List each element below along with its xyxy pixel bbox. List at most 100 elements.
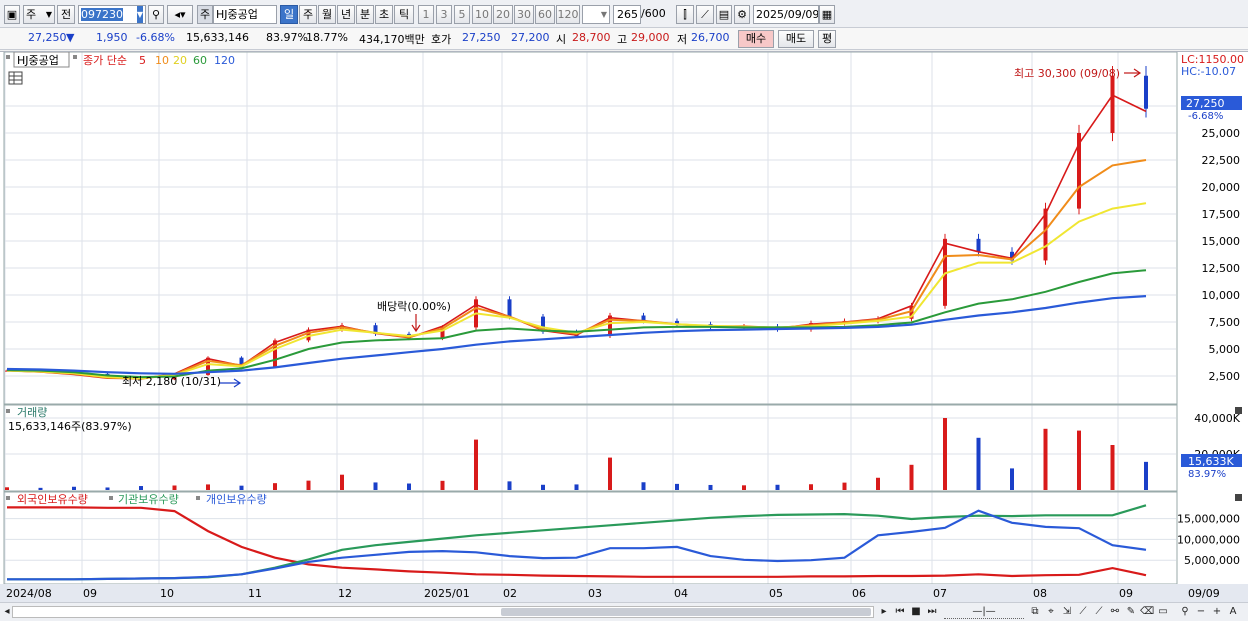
- interval-1[interactable]: 1: [418, 5, 434, 24]
- x-axis-tick: 03: [588, 587, 602, 600]
- period-tab-day[interactable]: 일: [280, 5, 298, 24]
- x-axis-tick: 04: [674, 587, 688, 600]
- crosshair-icon[interactable]: ⌖: [1044, 605, 1058, 619]
- interval-20[interactable]: 20: [493, 5, 513, 24]
- bid-price: 27,200: [511, 31, 550, 44]
- interval-5[interactable]: 5: [454, 5, 470, 24]
- stock-name-field[interactable]: HJ중공업: [213, 5, 277, 24]
- jump-start-icon[interactable]: ⏮: [893, 605, 907, 619]
- speaker-icon[interactable]: ◂▾: [167, 5, 193, 24]
- holdings-axis-tick: 15,000,000: [1177, 513, 1240, 526]
- legend-marker: [196, 496, 200, 500]
- jump-end-icon[interactable]: ⏭: [925, 605, 939, 619]
- turnover-ratio: 18.77%: [306, 31, 348, 44]
- price-axis-tick: 12,500: [1202, 262, 1241, 275]
- volume-bar: [72, 486, 76, 490]
- trend-tool-icon[interactable]: ⟋: [1076, 605, 1090, 619]
- buy-button[interactable]: 매수: [738, 30, 774, 48]
- volume-bar: [675, 483, 679, 490]
- calendar-icon[interactable]: ▦: [819, 5, 835, 24]
- interval-30[interactable]: 30: [514, 5, 534, 24]
- price-axis-tick: 5,000: [1209, 343, 1241, 356]
- font-size-icon[interactable]: A: [1226, 605, 1240, 619]
- zoom-out-icon[interactable]: −: [1194, 605, 1208, 619]
- volume-bar: [273, 483, 277, 490]
- volume-bar: [1144, 461, 1148, 490]
- sell-button[interactable]: 매도: [778, 30, 814, 48]
- legend-marker: [6, 409, 10, 413]
- erase-tool-icon[interactable]: ⌫: [1140, 605, 1154, 619]
- chevron-down-icon: ▼: [600, 10, 607, 19]
- dividend-annotation: 배당락(0.00%): [377, 300, 451, 313]
- volume-bar: [139, 486, 143, 490]
- draw-tool-icon[interactable]: ⟋: [696, 5, 714, 24]
- stop-icon[interactable]: ■: [909, 605, 923, 619]
- measure-icon[interactable]: ⇲: [1060, 605, 1074, 619]
- volume-bar: [976, 437, 981, 490]
- price-axis-tick: 25,000: [1202, 127, 1241, 140]
- date-input[interactable]: 2025/09/09: [753, 5, 819, 24]
- period-tab-week[interactable]: 주: [299, 5, 317, 24]
- stock-chart[interactable]: 2,500 5,000 7,500 10,000 12,500 15,000 17,500 2…: [0, 51, 1248, 603]
- window-menu-icon[interactable]: ▣: [4, 5, 20, 24]
- table-view-icon[interactable]: [8, 71, 23, 85]
- stock-code-input[interactable]: 097230 ▼: [78, 5, 146, 24]
- hc-label: HC:-10.07: [1181, 65, 1236, 78]
- data-count-input[interactable]: 265: [613, 5, 641, 24]
- fib-tool-icon[interactable]: ⚯: [1108, 605, 1122, 619]
- zoom-in-icon[interactable]: +: [1210, 605, 1224, 619]
- volume-bar: [407, 483, 411, 490]
- interval-custom-select[interactable]: ▼: [582, 5, 610, 24]
- volume-bar: [775, 484, 780, 490]
- evaluate-button[interactable]: 평: [818, 30, 836, 48]
- text-tool-icon[interactable]: ✎: [1124, 605, 1138, 619]
- period-tab-month[interactable]: 월: [318, 5, 336, 24]
- price-change: 1,950: [96, 31, 128, 44]
- close-icon[interactable]: [1235, 494, 1242, 501]
- holdings-legend-institution: 기관보유수량: [118, 493, 179, 506]
- price-tag-value: 27,250: [1186, 97, 1225, 110]
- interval-3[interactable]: 3: [436, 5, 452, 24]
- interval-10[interactable]: 10: [472, 5, 492, 24]
- compare-icon[interactable]: ⟋: [1092, 605, 1106, 619]
- prev-button[interactable]: 전: [57, 5, 75, 24]
- scroll-right-icon[interactable]: ▸: [877, 605, 891, 619]
- zoom-icon[interactable]: ⚲: [1178, 605, 1192, 619]
- x-axis-tick: 05: [769, 587, 783, 600]
- zoom-slider[interactable]: —|—: [944, 605, 1024, 619]
- save-icon[interactable]: ▤: [716, 5, 732, 24]
- legend-stock-name: HJ중공업: [17, 54, 59, 67]
- candle-style-icon[interactable]: ⫿: [676, 5, 694, 24]
- legend-marker: [6, 55, 10, 59]
- candle-body: [507, 299, 512, 317]
- period-tab-year[interactable]: 년: [337, 5, 355, 24]
- gear-icon[interactable]: ⚙: [734, 5, 750, 24]
- volume-axis: 20,000K40,000K: [1194, 412, 1240, 461]
- market-type-select[interactable]: 주 ▼: [23, 5, 55, 24]
- period-tab-minute[interactable]: 분: [356, 5, 374, 24]
- volume-bar: [608, 457, 612, 490]
- period-tab-second[interactable]: 초: [375, 5, 393, 24]
- low-label: 저: [677, 33, 688, 46]
- snapshot-icon[interactable]: ▭: [1156, 605, 1170, 619]
- interval-60[interactable]: 60: [535, 5, 555, 24]
- volume-bar: [641, 482, 646, 490]
- volume-axis-tick: 40,000K: [1194, 412, 1240, 425]
- hoga-label: 호가: [431, 33, 452, 46]
- x-axis-tick: 2024/08: [6, 587, 52, 600]
- volume-bar: [1077, 430, 1081, 490]
- x-axis-tick: 09/09: [1188, 587, 1220, 600]
- search-icon[interactable]: ⚲: [148, 5, 164, 24]
- volume-bar: [842, 482, 847, 490]
- holdings-line-2: [7, 509, 1147, 581]
- chart-area[interactable]: 2,500 5,000 7,500 10,000 12,500 15,000 17,500 2…: [0, 51, 1248, 603]
- period-tab-tick[interactable]: 틱: [394, 5, 414, 24]
- volume-bar: [1043, 428, 1048, 490]
- price-axis: 2,500 5,000 7,500 10,000 12,500 15,000 17,500 2…: [1202, 127, 1241, 383]
- layout-icon[interactable]: ⧉: [1028, 605, 1042, 619]
- scroll-thumb[interactable]: [501, 608, 871, 616]
- interval-120[interactable]: 120: [556, 5, 580, 24]
- horizontal-scrollbar[interactable]: [12, 606, 874, 618]
- legend-marker: [6, 496, 10, 500]
- min-price-annotation: 최저 2,180 (10/31): [122, 375, 221, 388]
